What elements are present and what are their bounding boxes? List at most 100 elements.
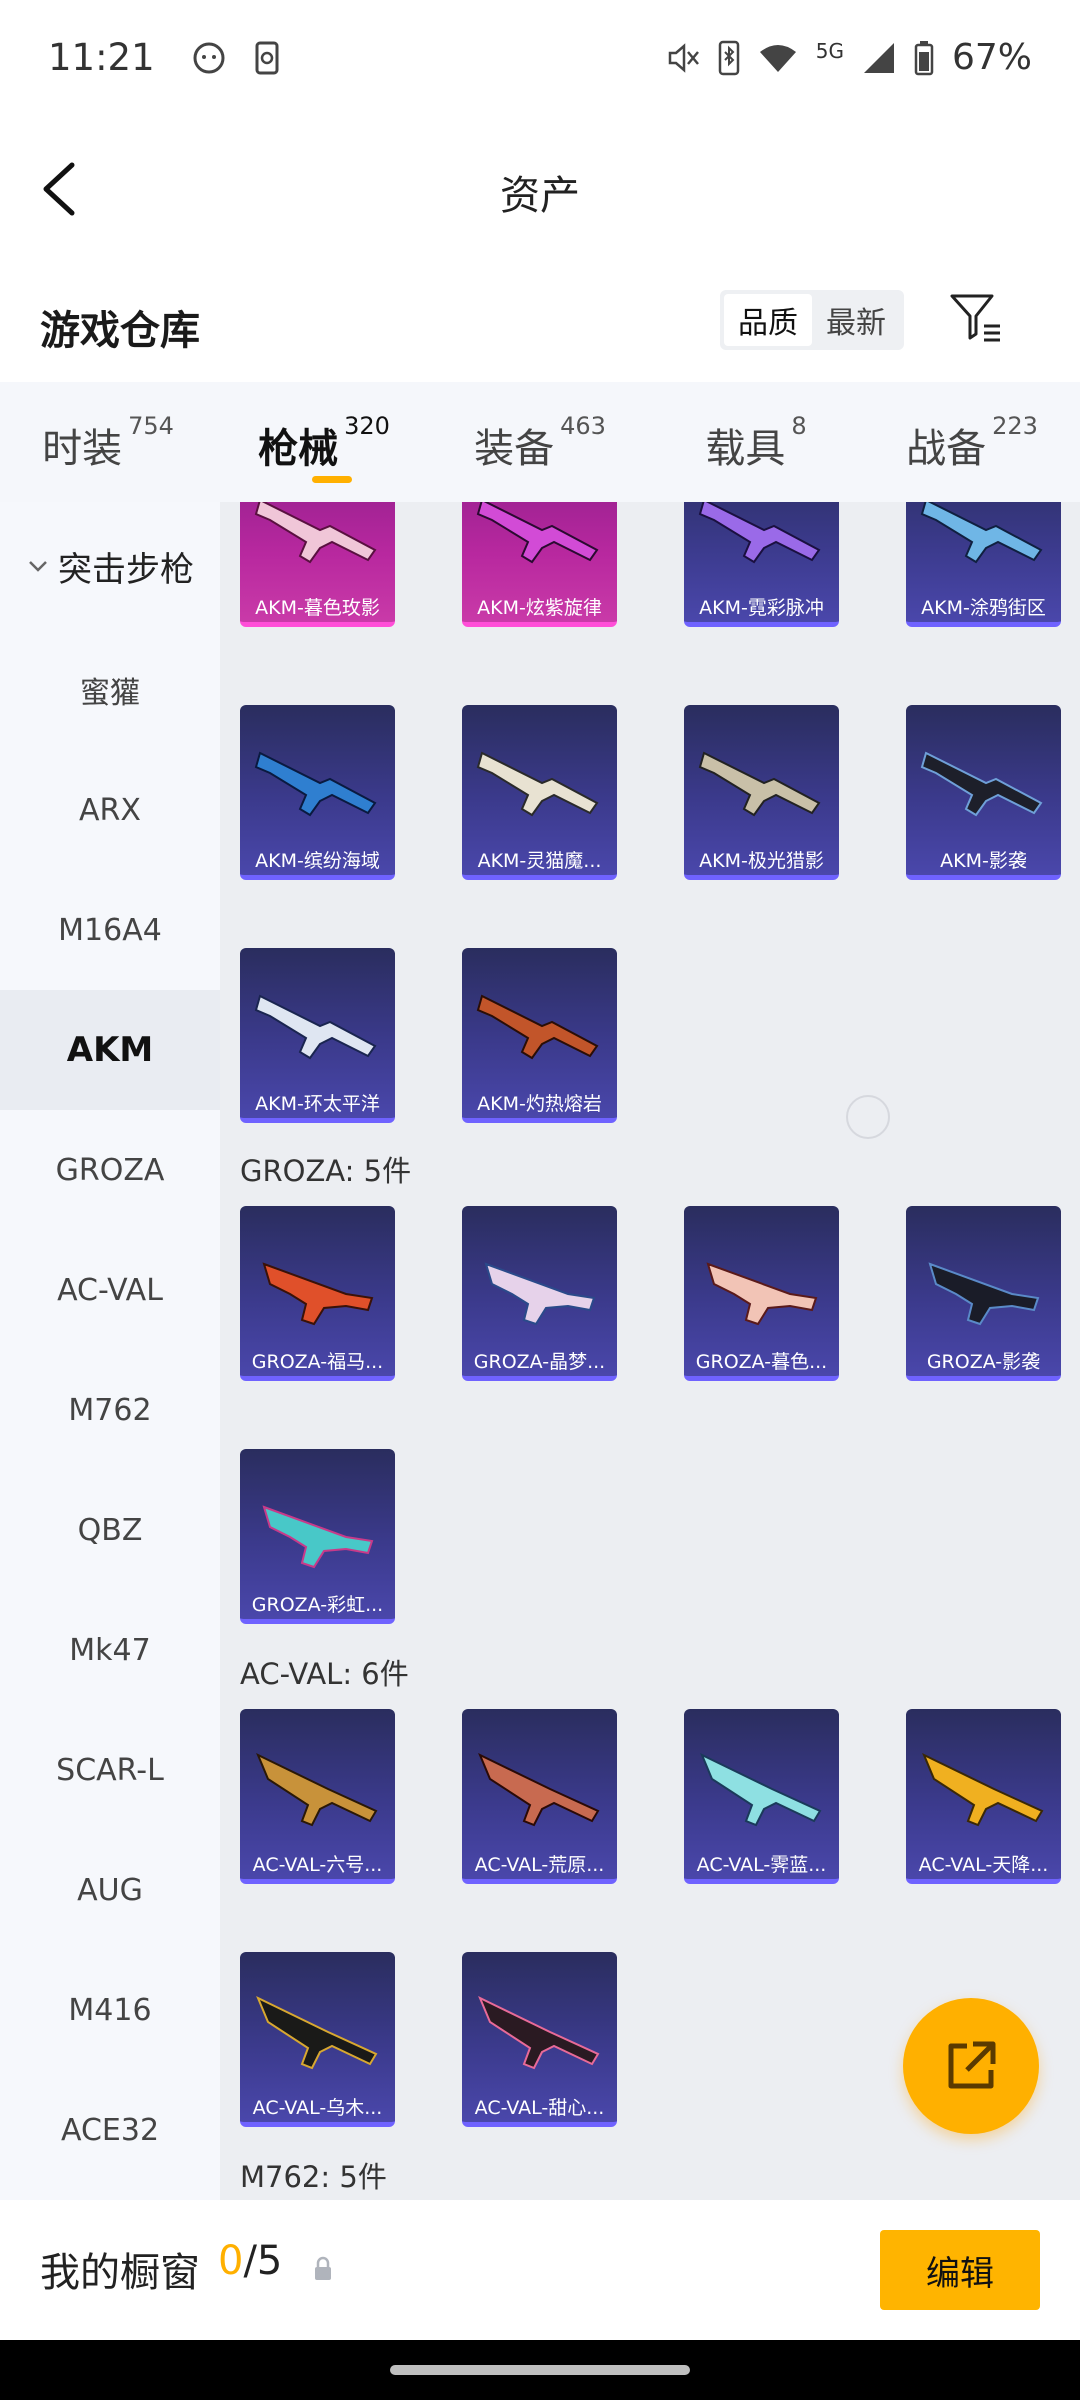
skin-card[interactable]: AC-VAL-甜心... (462, 1952, 617, 2127)
app-root: 11:21 5G 67% 资产 游戏仓库 品质 最新 时装 754 枪械 320 装… (0, 0, 1080, 2400)
warehouse-title: 游戏仓库 (40, 308, 200, 354)
tab-label: 装备 (474, 426, 555, 472)
skin-label: AKM-霓彩脉冲 (699, 597, 824, 619)
tab-guns[interactable]: 枪械 320 (216, 382, 432, 502)
category-tabs: 时装 754 枪械 320 装备 463 载具 8 战备 223 (0, 382, 1080, 502)
skin-label: GROZA-影袭 (926, 1351, 1041, 1373)
sidebar-item-honey-badger[interactable]: 蜜獾 (0, 630, 220, 750)
rifle-icon (928, 1262, 1040, 1326)
filter-list-icon[interactable] (946, 288, 1006, 348)
skin-card[interactable]: AKM-环太平洋 (240, 948, 395, 1123)
skin-card[interactable]: AKM-炫紫旋律 (462, 502, 617, 627)
skin-card[interactable]: AKM-涂鸦街区 (906, 502, 1061, 627)
skin-label: AKM-炫紫旋律 (477, 597, 602, 619)
skin-label: AC-VAL-甜心... (474, 2097, 605, 2119)
sidebar-item-m762[interactable]: M762 (0, 1350, 220, 1470)
rifle-icon (920, 751, 1043, 817)
sidebar-item-arx[interactable]: ARX (0, 750, 220, 870)
sidebar-item-qbz[interactable]: QBZ (0, 1470, 220, 1590)
skin-label: AC-VAL-六号... (252, 1854, 383, 1876)
status-right: 5G 67% (666, 37, 1032, 78)
sidebar-item-aug[interactable]: AUG (0, 1830, 220, 1950)
rifle-icon (262, 1505, 374, 1569)
skin-label: GROZA-彩虹... (251, 1594, 384, 1616)
signal-icon (863, 42, 894, 73)
skin-card[interactable]: AC-VAL-乌木... (240, 1952, 395, 2127)
battery-percent: 67% (951, 37, 1032, 78)
tab-count: 223 (992, 412, 1038, 440)
rifle-icon (476, 751, 599, 817)
active-tab-indicator (312, 476, 352, 483)
skin-label: GROZA-福马... (251, 1351, 384, 1373)
skin-card[interactable]: AKM-灵猫魔... (462, 705, 617, 880)
share-button[interactable] (903, 1998, 1039, 2134)
rifle-icon (478, 1752, 600, 1827)
sidebar-item-groza[interactable]: GROZA (0, 1110, 220, 1230)
skin-card[interactable]: AC-VAL-霁蓝... (684, 1709, 839, 1884)
skin-card[interactable]: GROZA-晶梦... (462, 1206, 617, 1381)
sidebar-item-scar-l[interactable]: SCAR-L (0, 1710, 220, 1830)
rifle-icon (256, 1752, 378, 1827)
tab-label: 战备 (906, 426, 987, 472)
showcase-bar: 我的橱窗 0/5 编辑 (0, 2200, 1080, 2340)
skin-card[interactable]: AKM-暮色玫影 (240, 502, 395, 627)
edit-button[interactable]: 编辑 (880, 2230, 1040, 2310)
home-gesture-handle[interactable] (390, 2365, 690, 2375)
skin-card[interactable]: GROZA-影袭 (906, 1206, 1061, 1381)
tab-equipment[interactable]: 装备 463 (432, 382, 648, 502)
rifle-icon (478, 1995, 600, 2070)
sort-quality-button[interactable]: 品质 (724, 294, 812, 346)
skin-card[interactable]: AKM-影袭 (906, 705, 1061, 880)
skin-card[interactable]: GROZA-福马... (240, 1206, 395, 1381)
group-title-m762: M762: 5件 (240, 2160, 387, 2194)
skin-card[interactable]: GROZA-彩虹... (240, 1449, 395, 1624)
mute-icon (668, 42, 699, 73)
skin-card[interactable]: AC-VAL-荒原... (462, 1709, 617, 1884)
skin-card[interactable]: AC-VAL-六号... (240, 1709, 395, 1884)
rifle-icon (254, 751, 377, 817)
system-nav-bar (0, 2340, 1080, 2400)
lock-icon (315, 2256, 331, 2280)
skin-grid: AKM-暮色玫影 AKM-炫紫旋律 AKM-霓彩脉冲 AKM-涂鸦街区 AKM-… (220, 502, 1080, 2200)
rifle-icon (700, 1752, 822, 1827)
page-title: 资产 (500, 173, 580, 219)
group-title-groza: GROZA: 5件 (240, 1154, 412, 1188)
sort-newest-button[interactable]: 最新 (812, 294, 900, 346)
tab-vehicles[interactable]: 载具 8 (648, 382, 864, 502)
rifle-icon (254, 994, 377, 1060)
wifi-icon (759, 44, 796, 72)
phone-sync-icon (255, 41, 279, 74)
tab-supplies[interactable]: 战备 223 (864, 382, 1080, 502)
skin-card[interactable]: AC-VAL-天降... (906, 1709, 1061, 1884)
sidebar-category-assault-rifle[interactable]: 突击步枪 (0, 502, 220, 630)
chevron-down-icon (29, 561, 47, 572)
sidebar-item-akm[interactable]: AKM (0, 990, 220, 1110)
loading-indicator (846, 1095, 890, 1139)
sidebar-item-mk47[interactable]: Mk47 (0, 1590, 220, 1710)
skin-card[interactable]: GROZA-暮色... (684, 1206, 839, 1381)
skin-card[interactable]: AKM-缤纷海域 (240, 705, 395, 880)
rifle-icon (254, 502, 377, 564)
skin-label: GROZA-暮色... (695, 1351, 828, 1373)
sidebar-item-m16a4[interactable]: M16A4 (0, 870, 220, 990)
tab-label: 枪械 (258, 426, 339, 472)
top-header: 资产 (0, 115, 1080, 260)
skin-label: AKM-影袭 (940, 850, 1027, 872)
skin-label: GROZA-晶梦... (473, 1351, 606, 1373)
skin-label: AC-VAL-乌木... (252, 2097, 383, 2119)
rifle-icon (484, 1262, 596, 1326)
skin-card[interactable]: AKM-霓彩脉冲 (684, 502, 839, 627)
skin-card[interactable]: AKM-极光猎影 (684, 705, 839, 880)
sidebar-item-m416[interactable]: M416 (0, 1950, 220, 2070)
status-bar: 11:21 5G 67% (0, 0, 1080, 115)
tab-fashion[interactable]: 时装 754 (0, 382, 216, 502)
rifle-icon (698, 502, 821, 564)
tab-count: 320 (344, 412, 390, 440)
sidebar-item-ac-val[interactable]: AC-VAL (0, 1230, 220, 1350)
share-external-icon (948, 2041, 996, 2089)
skin-card[interactable]: AKM-灼热熔岩 (462, 948, 617, 1123)
showcase-label: 我的橱窗 (40, 2250, 200, 2296)
sidebar-item-ace32[interactable]: ACE32 (0, 2070, 220, 2190)
tab-count: 754 (128, 412, 174, 440)
rifle-icon (698, 751, 821, 817)
